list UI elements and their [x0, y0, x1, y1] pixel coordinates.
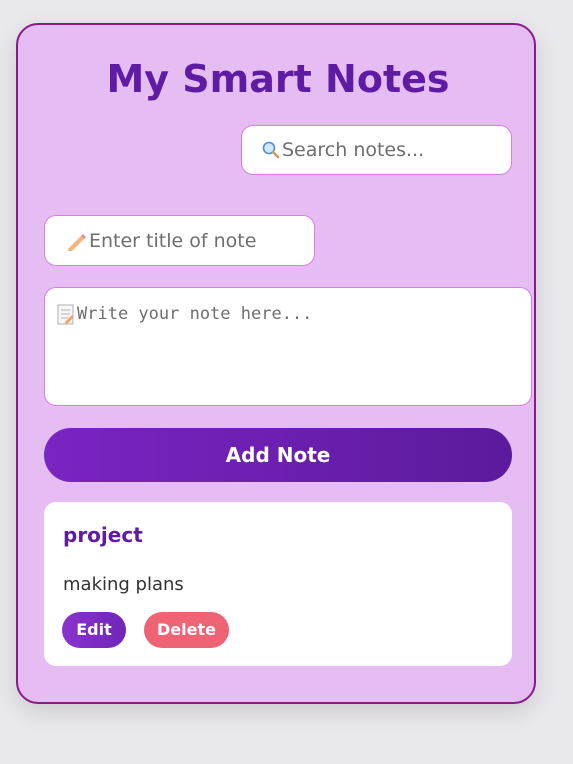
pencil-icon [65, 230, 87, 252]
search-icon [262, 141, 280, 159]
note-body-placeholder: Write your note here... [77, 304, 313, 324]
search-placeholder: Search notes... [282, 139, 425, 161]
edit-button[interactable]: Edit [62, 612, 126, 648]
note-body: making plans [63, 574, 184, 595]
search-input[interactable]: Search notes... [241, 125, 512, 175]
add-note-button[interactable]: Add Note [44, 428, 512, 482]
memo-icon [57, 304, 75, 326]
note-body-textarea[interactable]: Write your note here... [44, 287, 532, 406]
delete-button[interactable]: Delete [144, 612, 229, 648]
app-title: My Smart Notes [106, 57, 450, 101]
notes-app-panel: My Smart Notes Search notes... Enter tit… [16, 23, 536, 704]
note-card: project making plans Edit Delete [44, 502, 512, 666]
note-title: project [63, 523, 143, 547]
note-title-input[interactable]: Enter title of note [44, 215, 315, 266]
note-title-placeholder: Enter title of note [89, 229, 257, 252]
